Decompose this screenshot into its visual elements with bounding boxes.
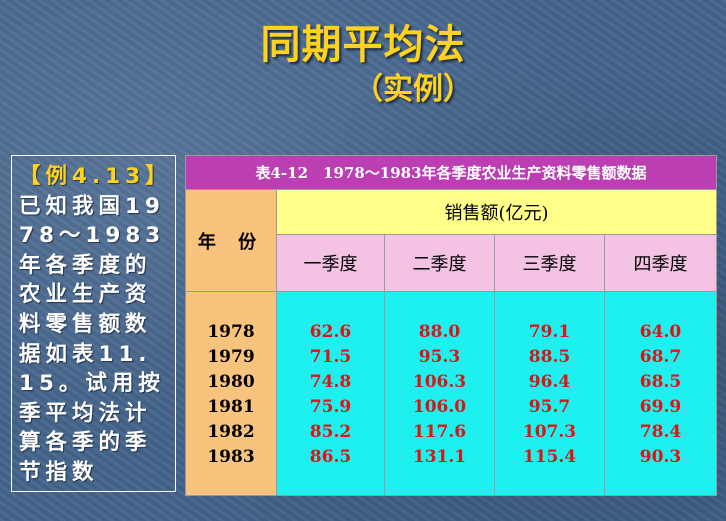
- q1-column: 62.6 71.5 74.8 75.9 85.2 86.5: [276, 291, 385, 496]
- year-cell: 1979: [207, 347, 255, 367]
- value-cell: 68.5: [639, 372, 682, 392]
- sales-header: 销售额(亿元): [275, 189, 718, 235]
- value-cell: 95.7: [528, 397, 571, 417]
- quarter-header-2: 二季度: [384, 234, 495, 292]
- quarter-header-4: 四季度: [603, 234, 718, 292]
- example-text: 已知我国1978～1983年各季度的农业生产资料零售额数据如表11.15。试用按…: [19, 193, 166, 485]
- quarter-header-3: 三季度: [494, 234, 605, 292]
- table-caption: 表4-12 1978～1983年各季度农业生产资料零售额数据: [184, 155, 718, 190]
- q3-column: 79.1 88.5 96.4 95.7 107.3 115.4: [494, 291, 605, 496]
- example-box: 【例4.13】已知我国1978～1983年各季度的农业生产资料零售额数据如表11…: [11, 155, 176, 492]
- year-cell: 1978: [207, 322, 255, 342]
- year-cell: 1981: [207, 397, 255, 417]
- value-cell: 71.5: [309, 347, 352, 367]
- value-cell: 75.9: [309, 397, 352, 417]
- value-cell: 69.9: [639, 397, 682, 417]
- year-column: 1978 1979 1980 1981 1982 1983: [185, 291, 277, 496]
- value-cell: 88.0: [418, 322, 461, 342]
- value-cell: 86.5: [309, 447, 352, 467]
- value-cell: 78.4: [639, 422, 682, 442]
- value-cell: 62.6: [309, 322, 352, 342]
- value-cell: 88.5: [528, 347, 571, 367]
- year-cell: 1980: [207, 372, 255, 392]
- q4-column: 64.0 68.7 68.5 69.9 78.4 90.3: [603, 291, 718, 496]
- value-cell: 95.3: [418, 347, 461, 367]
- value-cell: 79.1: [528, 322, 571, 342]
- year-cell: 1982: [207, 422, 255, 442]
- value-cell: 90.3: [639, 447, 682, 467]
- year-cell: 1983: [207, 447, 255, 467]
- slide-title: 同期平均法: [260, 21, 466, 68]
- value-cell: 96.4: [528, 372, 571, 392]
- value-cell: 106.3: [412, 372, 467, 392]
- slide-subtitle: （实例）: [353, 72, 473, 107]
- value-cell: 131.1: [412, 447, 467, 467]
- example-label: 【例4.13】: [19, 164, 172, 189]
- sales-table: 表4-12 1978～1983年各季度农业生产资料零售额数据 年 份 销售额(亿…: [184, 155, 718, 496]
- value-cell: 117.6: [412, 422, 467, 442]
- value-cell: 85.2: [309, 422, 352, 442]
- value-cell: 115.4: [522, 447, 577, 467]
- value-cell: 64.0: [639, 322, 682, 342]
- quarter-header-1: 一季度: [276, 234, 385, 292]
- value-cell: 107.3: [522, 422, 577, 442]
- year-header: 年 份: [185, 189, 277, 292]
- value-cell: 106.0: [412, 397, 467, 417]
- value-cell: 74.8: [309, 372, 352, 392]
- value-cell: 68.7: [639, 347, 682, 367]
- q2-column: 88.0 95.3 106.3 106.0 117.6 131.1: [384, 291, 495, 496]
